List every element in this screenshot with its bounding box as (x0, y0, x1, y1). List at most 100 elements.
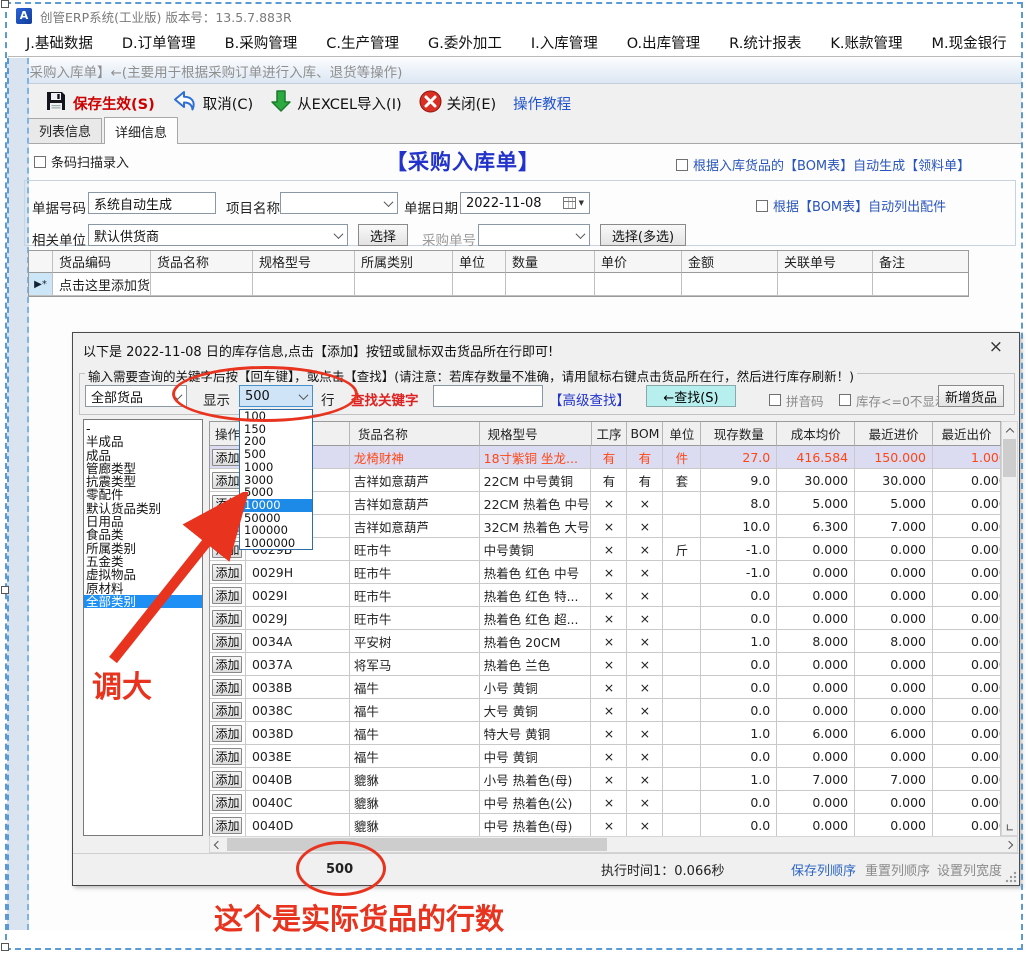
menu-item-outsourcing[interactable]: G.委外加工 (428, 32, 502, 53)
add-to-order-button[interactable]: 添加 (212, 587, 242, 604)
keyword-input[interactable] (433, 385, 543, 407)
inventory-row[interactable]: 添加 吉祥如意葫芦 22CM 中号黄铜 有 有 套 9.0 30.000 30.… (210, 469, 1001, 492)
category-item[interactable]: 抗震类型 (84, 475, 202, 488)
doc-no-input[interactable]: 系统自动生成 (88, 192, 216, 214)
category-list[interactable]: - 半成品 成品 管廊类型 抗震类型 零配件 默认货品类别 日用品 食品类 所属… (83, 419, 203, 836)
add-to-order-button[interactable]: 添加 (212, 771, 242, 788)
inventory-row[interactable]: 添加 0040D 貔貅 中号 热着色(母) × × 0.0 0.000 0.00… (210, 814, 1001, 837)
project-select[interactable] (280, 192, 398, 214)
scroll-up-icon[interactable] (1002, 422, 1017, 438)
category-item[interactable]: 所属类别 (84, 542, 202, 555)
inventory-row[interactable]: 添加 0038C 福牛 大号 黄铜 × × 0.0 0.000 0.000 0.… (210, 699, 1001, 722)
cancel-button[interactable]: 取消(C) (168, 87, 257, 119)
add-to-order-button[interactable]: 添加 (212, 725, 242, 742)
menu-item-orders[interactable]: D.订单管理 (122, 32, 196, 53)
col-header[interactable]: 货品名称 (350, 422, 480, 446)
category-item[interactable]: 原材料 (84, 582, 202, 595)
add-to-order-button[interactable]: 添加 (212, 449, 242, 466)
advanced-search-link[interactable]: 【高级查找】 (549, 389, 630, 411)
barcode-scan-checkbox[interactable]: 条码扫描录入 (34, 152, 129, 171)
inventory-row[interactable]: 添加 0029H 旺市牛 热着色 红色 中号 × × -1.0 0.000 0.… (210, 561, 1001, 584)
menu-item-base-data[interactable]: J.基础数据 (26, 32, 93, 53)
category-item[interactable]: 默认货品类别 (84, 502, 202, 515)
col-header[interactable]: 金额 (682, 251, 778, 273)
save-button[interactable]: 保存生效(S) (40, 87, 159, 119)
col-header[interactable]: 规格型号 (253, 251, 355, 273)
inventory-row[interactable]: 添加 0034A 平安树 热着色 20CM × × 1.0 8.000 8.00… (210, 630, 1001, 653)
inventory-row[interactable]: 添加 0038D 福牛 特大号 黄铜 × × 1.0 6.000 6.000 0… (210, 722, 1001, 745)
add-to-order-button[interactable]: 添加 (212, 633, 242, 650)
dropdown-option[interactable]: 10000 (240, 499, 312, 512)
add-to-order-button[interactable]: 添加 (212, 679, 242, 696)
add-to-order-button[interactable]: 添加 (212, 518, 242, 535)
scrollbar-thumb[interactable] (1003, 439, 1016, 477)
inventory-row[interactable]: 添加 0037A 将军马 热着色 兰色 × × 0.0 0.000 0.000 … (210, 653, 1001, 676)
dropdown-option[interactable]: 100 (240, 410, 312, 423)
menu-item-purchase[interactable]: B.采购管理 (225, 32, 298, 53)
col-header[interactable]: 规格型号 (480, 422, 592, 446)
select-supplier-button[interactable]: 选择 (358, 224, 408, 246)
category-item[interactable]: 全部类别 (84, 595, 202, 608)
menu-item-outbound[interactable]: O.出库管理 (627, 32, 700, 53)
category-item[interactable]: 虚拟物品 (84, 568, 202, 581)
add-to-order-button[interactable]: 添加 (212, 495, 242, 512)
col-header[interactable]: 所属类别 (355, 251, 453, 273)
add-to-order-button[interactable]: 添加 (212, 472, 242, 489)
tab-list-info[interactable]: 列表信息 (28, 118, 102, 143)
col-header[interactable]: 单位 (453, 251, 506, 273)
inventory-row[interactable]: 添加 吉祥如意葫芦 22CM 热着色 中号 × × 8.0 5.000 5.00… (210, 492, 1001, 515)
inventory-row[interactable]: 添加 0040C 貔貅 中号 热着色(公) × × 0.0 0.000 0.00… (210, 791, 1001, 814)
add-item-hint[interactable]: 点击这里添加货品 (53, 273, 151, 296)
pinyin-checkbox[interactable]: 拼音码 (769, 389, 824, 411)
category-item[interactable]: 半成品 (84, 435, 202, 448)
category-item[interactable]: 管廊类型 (84, 462, 202, 475)
save-column-order-link[interactable]: 保存列顺序 (791, 860, 856, 879)
col-header[interactable]: 成本均价 (777, 422, 855, 446)
inventory-row[interactable]: 添加 0040B 貔貅 小号 热着色(母) × × 1.0 7.000 7.00… (210, 768, 1001, 791)
vertical-scrollbar[interactable] (1001, 421, 1018, 836)
date-dropdown-icon[interactable]: ▼ (579, 199, 584, 207)
col-header[interactable]: 最近出价 (933, 422, 1001, 446)
excel-import-button[interactable]: 从EXCEL导入(I) (266, 87, 406, 119)
scroll-left-icon[interactable] (214, 840, 222, 848)
category-item[interactable]: 成品 (84, 449, 202, 462)
select-multi-button[interactable]: 选择(多选) (600, 224, 686, 246)
menu-item-cash-bank[interactable]: M.现金银行 (931, 32, 1006, 53)
dropdown-option[interactable]: 1000000 (240, 537, 312, 550)
col-header[interactable]: 货品编码 (53, 251, 151, 273)
col-header[interactable]: 备注 (873, 251, 968, 273)
scroll-down-icon[interactable] (999, 816, 1021, 838)
horizontal-scrollbar[interactable] (209, 836, 1018, 853)
inventory-row[interactable]: 添加 0038E 福牛 中号 黄铜 × × 0.0 0.000 0.000 0.… (210, 745, 1001, 768)
search-button[interactable]: ←查找(S) (646, 385, 736, 407)
col-header[interactable]: 关联单号 (778, 251, 873, 273)
dialog-close-icon[interactable]: × (989, 337, 1003, 357)
add-to-order-button[interactable]: 添加 (212, 794, 242, 811)
inventory-row[interactable]: 添加 0029J 旺市牛 热着色 红色 超... × × 0.0 0.000 0… (210, 607, 1001, 630)
inventory-row[interactable]: 添加 0029B 旺市牛 中号黄铜 × × 斤 -1.0 0.000 0.000… (210, 538, 1001, 561)
tab-detail-info[interactable]: 详细信息 (104, 117, 178, 144)
dropdown-option[interactable]: 1000 (240, 461, 312, 474)
col-header[interactable]: 单位 (663, 422, 701, 446)
menu-item-reports[interactable]: R.统计报表 (729, 32, 801, 53)
menu-item-accounts[interactable]: K.账款管理 (830, 32, 902, 53)
add-to-order-button[interactable]: 添加 (212, 564, 242, 581)
inventory-row[interactable]: 添加 0029I 旺市牛 热着色 红色 特... × × 0.0 0.000 0… (210, 584, 1001, 607)
inventory-row[interactable]: 添加 吉祥如意葫芦 32CM 热着色 大号 × × 10.0 6.300 7.0… (210, 515, 1001, 538)
add-to-order-button[interactable]: 添加 (212, 610, 242, 627)
rows-count-dropdown[interactable]: 100 150 200 500 1000 3000 5000 10000 500… (239, 409, 313, 550)
inventory-row[interactable]: 添加 0038B 福牛 小号 黄铜 × × 0.0 0.000 0.000 0.… (210, 676, 1001, 699)
col-header[interactable]: BOM (627, 422, 663, 446)
scroll-right-icon[interactable] (1005, 840, 1013, 848)
calendar-icon[interactable] (563, 197, 576, 209)
category-filter-select[interactable]: 全部货品 (85, 385, 187, 407)
reset-column-order-link[interactable]: 重置列顺序 (865, 860, 930, 879)
col-header[interactable]: 货品名称 (151, 251, 253, 273)
selection-handle[interactable] (1, 943, 9, 951)
scrollbar-thumb[interactable] (227, 838, 607, 851)
new-item-button[interactable]: 新增货品 (938, 385, 1004, 407)
category-item[interactable]: 五金类 (84, 555, 202, 568)
inventory-row[interactable]: 添加 龙椅财神 18寸紫铜 坐龙... 有 有 件 27.0 416.584 1… (210, 446, 1001, 469)
col-header[interactable]: 工序 (592, 422, 628, 446)
resize-grip[interactable] (1005, 871, 1017, 883)
